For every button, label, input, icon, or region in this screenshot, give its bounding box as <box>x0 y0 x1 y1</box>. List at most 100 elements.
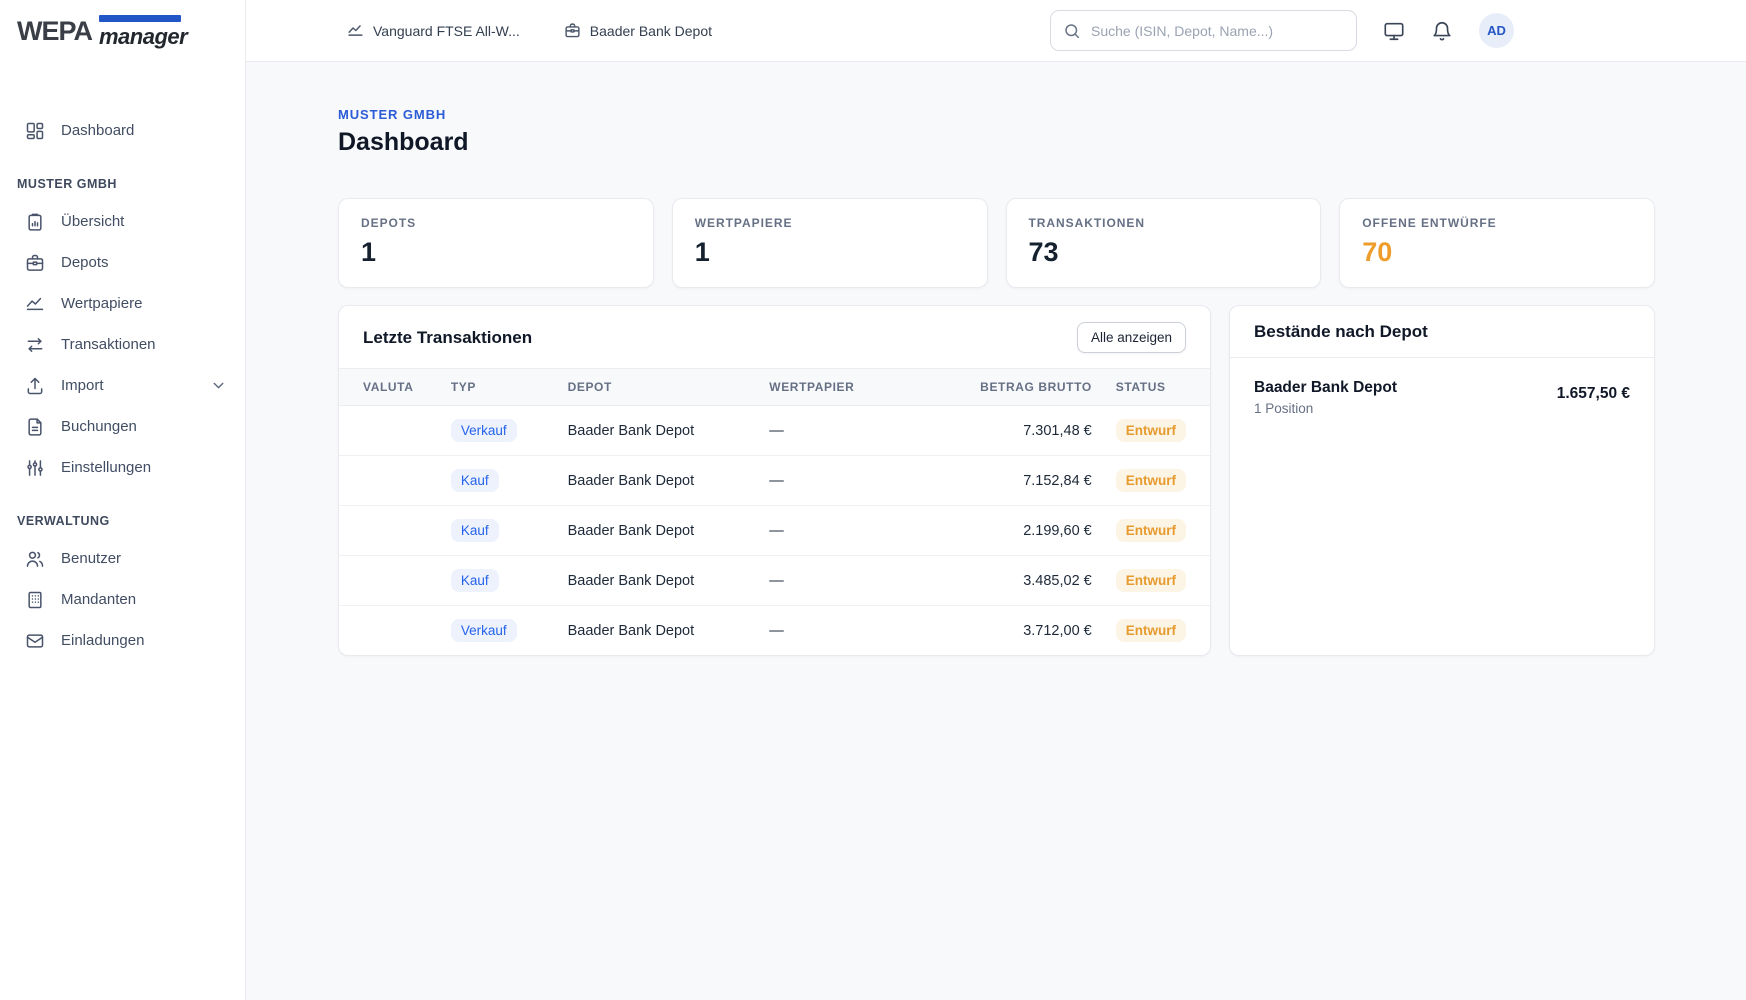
sidebar: WEPA manager Dashboard MUSTER GMBH Übers… <box>0 0 246 1000</box>
table-header-row: VALUTA TYP DEPOT WERTPAPIER BETRAG BRUTT… <box>339 369 1210 406</box>
holdings-title: Bestände nach Depot <box>1254 322 1428 342</box>
sidebar-item-einladungen[interactable]: Einladungen <box>0 620 245 661</box>
sidebar-item-transaktionen[interactable]: Transaktionen <box>0 324 245 365</box>
dashboard-grid-icon <box>25 121 45 141</box>
stat-card-depots: DEPOTS 1 <box>338 198 654 288</box>
mail-icon <box>25 631 45 651</box>
upload-icon <box>25 376 45 396</box>
trending-chart-icon <box>347 22 364 39</box>
cell-wertpapier: — <box>757 556 921 606</box>
holding-list-item[interactable]: Baader Bank Depot 1 Position 1.657,50 € <box>1230 358 1654 437</box>
holding-position-count: 1 Position <box>1254 401 1397 416</box>
cell-valuta <box>339 606 439 656</box>
sidebar-item-einstellungen[interactable]: Einstellungen <box>0 447 245 488</box>
user-avatar[interactable]: AD <box>1479 13 1514 48</box>
table-row[interactable]: Kauf Baader Bank Depot — 3.485,02 € Entw… <box>339 556 1210 606</box>
trending-chart-icon <box>25 294 45 314</box>
search-icon <box>1063 22 1081 40</box>
document-icon <box>25 417 45 437</box>
cell-wertpapier: — <box>757 406 921 456</box>
sidebar-item-label: Einstellungen <box>61 459 151 476</box>
sidebar-item-buchungen[interactable]: Buchungen <box>0 406 245 447</box>
transactions-table: VALUTA TYP DEPOT WERTPAPIER BETRAG BRUTT… <box>339 368 1210 655</box>
cell-betrag: 7.152,84 € <box>922 456 1104 506</box>
sidebar-item-label: Einladungen <box>61 632 144 649</box>
content-row: Letzte Transaktionen Alle anzeigen VALUT… <box>338 305 1655 656</box>
sidebar-item-label: Dashboard <box>61 122 134 139</box>
sidebar-item-label: Benutzer <box>61 550 121 567</box>
show-all-button[interactable]: Alle anzeigen <box>1077 322 1186 353</box>
quick-link-security[interactable]: Vanguard FTSE All-W... <box>347 22 520 39</box>
app-logo[interactable]: WEPA manager <box>0 0 245 62</box>
cell-depot: Baader Bank Depot <box>556 506 758 556</box>
cell-valuta <box>339 456 439 506</box>
table-row[interactable]: Verkauf Baader Bank Depot — 3.712,00 € E… <box>339 606 1210 656</box>
swap-arrows-icon <box>25 335 45 355</box>
stat-label: DEPOTS <box>361 216 631 230</box>
status-badge: Entwurf <box>1116 419 1186 442</box>
sidebar-nav: Dashboard MUSTER GMBH Übersicht Depots W… <box>0 62 245 661</box>
cell-depot: Baader Bank Depot <box>556 556 758 606</box>
chevron-down-icon[interactable] <box>210 377 227 394</box>
stat-label: OFFENE ENTWÜRFE <box>1362 216 1632 230</box>
bell-icon[interactable] <box>1431 20 1453 42</box>
topbar-right-cluster: AD <box>1050 10 1514 51</box>
column-header-wertpapier: WERTPAPIER <box>757 369 921 406</box>
sidebar-item-uebersicht[interactable]: Übersicht <box>0 201 245 242</box>
stat-value: 73 <box>1029 237 1299 268</box>
topbar-quick-links: Vanguard FTSE All-W... Baader Bank Depot <box>347 22 712 39</box>
sidebar-item-dashboard[interactable]: Dashboard <box>0 110 245 151</box>
cell-betrag: 7.301,48 € <box>922 406 1104 456</box>
sliders-icon <box>25 458 45 478</box>
cell-depot: Baader Bank Depot <box>556 456 758 506</box>
sidebar-item-label: Transaktionen <box>61 336 156 353</box>
stat-card-transaktionen: TRANSAKTIONEN 73 <box>1006 198 1322 288</box>
logo-wordmark-secondary-wrap: manager <box>99 13 187 50</box>
cell-wertpapier: — <box>757 456 921 506</box>
sidebar-item-label: Übersicht <box>61 213 124 230</box>
sidebar-item-label: Buchungen <box>61 418 137 435</box>
column-header-typ: TYP <box>439 369 556 406</box>
global-search <box>1050 10 1357 51</box>
table-row[interactable]: Verkauf Baader Bank Depot — 7.301,48 € E… <box>339 406 1210 456</box>
stat-value: 1 <box>695 237 965 268</box>
sidebar-item-benutzer[interactable]: Benutzer <box>0 538 245 579</box>
sidebar-item-import[interactable]: Import <box>0 365 245 406</box>
logo-accent-bar <box>99 15 181 22</box>
status-badge: Entwurf <box>1116 569 1186 592</box>
sidebar-item-depots[interactable]: Depots <box>0 242 245 283</box>
quick-link-depot[interactable]: Baader Bank Depot <box>564 22 712 39</box>
holdings-card: Bestände nach Depot Baader Bank Depot 1 … <box>1229 305 1655 656</box>
typ-badge: Kauf <box>451 519 499 542</box>
stat-label: WERTPAPIERE <box>695 216 965 230</box>
column-header-status: STATUS <box>1104 369 1210 406</box>
holding-amount: 1.657,50 € <box>1557 379 1630 403</box>
sidebar-item-label: Mandanten <box>61 591 136 608</box>
table-row[interactable]: Kauf Baader Bank Depot — 7.152,84 € Entw… <box>339 456 1210 506</box>
sidebar-item-wertpapiere[interactable]: Wertpapiere <box>0 283 245 324</box>
cell-betrag: 2.199,60 € <box>922 506 1104 556</box>
cell-betrag: 3.485,02 € <box>922 556 1104 606</box>
transactions-title: Letzte Transaktionen <box>363 328 532 348</box>
cell-valuta <box>339 556 439 606</box>
typ-badge: Kauf <box>451 469 499 492</box>
search-input[interactable] <box>1091 23 1344 39</box>
cell-wertpapier: — <box>757 506 921 556</box>
status-badge: Entwurf <box>1116 469 1186 492</box>
stat-value: 1 <box>361 237 631 268</box>
cell-betrag: 3.712,00 € <box>922 606 1104 656</box>
holdings-card-header: Bestände nach Depot <box>1230 306 1654 358</box>
stat-card-offene-entwuerfe: OFFENE ENTWÜRFE 70 <box>1339 198 1655 288</box>
table-row[interactable]: Kauf Baader Bank Depot — 2.199,60 € Entw… <box>339 506 1210 556</box>
column-header-valuta: VALUTA <box>339 369 439 406</box>
cell-depot: Baader Bank Depot <box>556 606 758 656</box>
breadcrumb[interactable]: MUSTER GMBH <box>338 107 1655 122</box>
status-badge: Entwurf <box>1116 619 1186 642</box>
monitor-icon[interactable] <box>1383 20 1405 42</box>
status-badge: Entwurf <box>1116 519 1186 542</box>
building-icon <box>25 590 45 610</box>
main-content: MUSTER GMBH Dashboard DEPOTS 1 WERTPAPIE… <box>246 62 1746 1000</box>
sidebar-item-mandanten[interactable]: Mandanten <box>0 579 245 620</box>
logo-wordmark-primary: WEPA <box>17 16 92 47</box>
transactions-card-header: Letzte Transaktionen Alle anzeigen <box>339 306 1210 368</box>
